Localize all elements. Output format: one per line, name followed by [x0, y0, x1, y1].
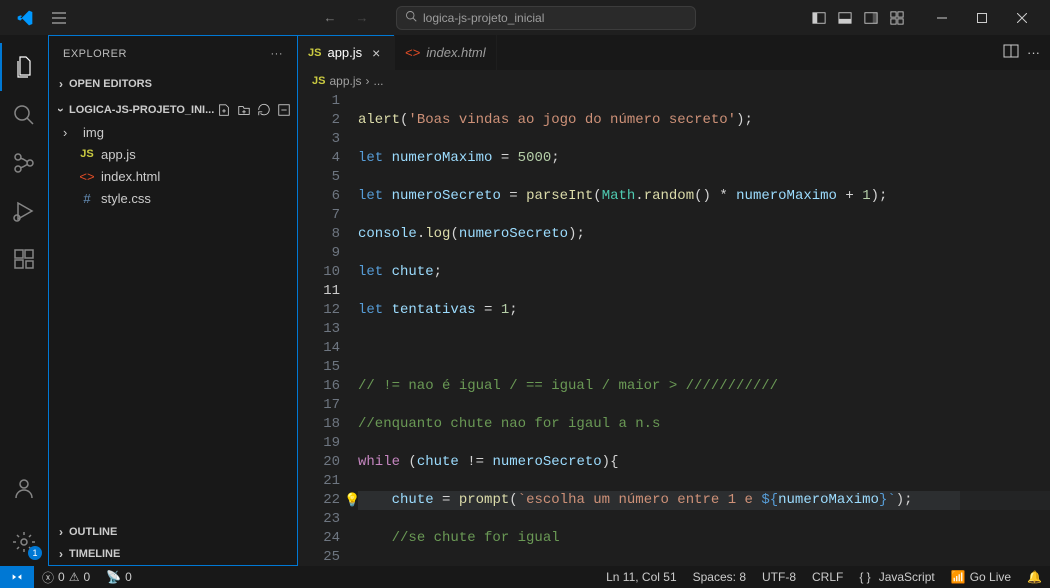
search-icon — [405, 10, 417, 25]
vscode-logo-icon — [8, 1, 42, 35]
cursor-position[interactable]: Ln 11, Col 51 — [598, 570, 685, 584]
activitybar: 1 — [0, 35, 48, 566]
collapse-icon[interactable] — [275, 101, 293, 119]
breadcrumb-separator: › — [366, 74, 370, 88]
folder-label: img — [83, 125, 104, 140]
command-center[interactable]: logica-js-projeto_inicial — [396, 6, 696, 30]
settings-badge: 1 — [28, 546, 42, 560]
code-editor[interactable]: 1234567891011121314151617181920212223242… — [298, 92, 1050, 566]
sidebar: EXPLORER ··· › OPEN EDITORS › LOGICA-JS-… — [48, 35, 298, 566]
tabs: JS app.js × <> index.html ··· — [298, 35, 1050, 70]
split-editor-icon[interactable] — [1003, 43, 1019, 62]
minimize-icon[interactable] — [922, 0, 962, 35]
tree-folder-img[interactable]: › img — [49, 121, 297, 143]
notifications-icon[interactable]: 🔔 — [1019, 570, 1050, 584]
ports-status[interactable]: 📡0 — [98, 566, 140, 588]
problems-status[interactable]: ⓧ0 ⚠0 — [34, 566, 98, 588]
css-file-icon: # — [79, 191, 95, 206]
close-icon[interactable] — [1002, 0, 1042, 35]
open-editors-label: OPEN EDITORS — [69, 78, 152, 90]
file-label: index.html — [101, 169, 160, 184]
titlebar: ← → logica-js-projeto_inicial — [0, 0, 1050, 35]
nav-forward-icon[interactable]: → — [348, 4, 376, 32]
open-editors-header[interactable]: › OPEN EDITORS — [49, 73, 297, 95]
outline-label: OUTLINE — [69, 526, 117, 538]
new-folder-icon[interactable] — [235, 101, 253, 119]
explorer-title: EXPLORER — [63, 48, 127, 60]
file-label: app.js — [101, 147, 136, 162]
refresh-icon[interactable] — [255, 101, 273, 119]
language-status[interactable]: { }JavaScript — [851, 570, 942, 584]
toggle-panel-icon[interactable] — [834, 7, 856, 29]
tab-close-icon[interactable]: × — [368, 45, 384, 61]
html-file-icon: <> — [405, 45, 420, 60]
tree-file-appjs[interactable]: JS app.js — [49, 143, 297, 165]
indentation-status[interactable]: Spaces: 8 — [685, 570, 754, 584]
statusbar: ⓧ0 ⚠0 📡0 Ln 11, Col 51 Spaces: 8 UTF-8 C… — [0, 566, 1050, 588]
eol-status[interactable]: CRLF — [804, 570, 851, 584]
js-file-icon: JS — [312, 75, 325, 87]
timeline-label: TIMELINE — [69, 548, 120, 560]
tab-appjs[interactable]: JS app.js × — [298, 35, 395, 70]
chevron-down-icon: › — [54, 102, 68, 118]
timeline-header[interactable]: › TIMELINE — [49, 543, 297, 565]
tab-label: index.html — [426, 45, 485, 60]
error-icon: ⓧ — [42, 569, 54, 586]
toggle-secondary-icon[interactable] — [860, 7, 882, 29]
menu-icon[interactable] — [42, 1, 76, 35]
toggle-sidebar-icon[interactable] — [808, 7, 830, 29]
command-center-text: logica-js-projeto_inicial — [423, 11, 544, 25]
html-file-icon: <> — [79, 169, 95, 184]
scm-icon[interactable] — [0, 139, 48, 187]
lightbulb-icon[interactable]: 💡 — [344, 491, 360, 510]
chevron-right-icon: › — [63, 125, 77, 140]
radio-icon: 📡 — [106, 570, 121, 584]
outline-header[interactable]: › OUTLINE — [49, 521, 297, 543]
account-icon[interactable] — [0, 464, 48, 512]
file-label: style.css — [101, 191, 151, 206]
more-icon[interactable]: ··· — [271, 48, 284, 60]
broadcast-icon: 📶 — [951, 570, 966, 584]
chevron-right-icon: › — [53, 77, 69, 91]
minimap[interactable] — [960, 92, 1050, 566]
breadcrumb[interactable]: JS app.js › ... — [298, 70, 1050, 92]
layout-customize-icon[interactable] — [886, 7, 908, 29]
more-actions-icon[interactable]: ··· — [1027, 45, 1040, 60]
breadcrumb-ellipsis: ... — [374, 74, 384, 88]
new-file-icon[interactable] — [215, 101, 233, 119]
settings-gear-icon[interactable]: 1 — [0, 518, 48, 566]
tree-file-stylecss[interactable]: # style.css — [49, 187, 297, 209]
encoding-status[interactable]: UTF-8 — [754, 570, 804, 584]
editor: JS app.js × <> index.html ··· JS app.js … — [298, 35, 1050, 566]
breadcrumb-file: app.js — [329, 74, 361, 88]
maximize-icon[interactable] — [962, 0, 1002, 35]
search-activity-icon[interactable] — [0, 91, 48, 139]
project-header[interactable]: › LOGICA-JS-PROJETO_INI... — [49, 99, 297, 121]
tab-indexhtml[interactable]: <> index.html — [395, 35, 496, 70]
js-file-icon: JS — [79, 148, 95, 160]
remote-icon[interactable] — [0, 566, 34, 588]
chevron-right-icon: › — [53, 547, 69, 561]
js-file-icon: JS — [308, 47, 321, 59]
warning-icon: ⚠ — [69, 570, 80, 584]
golive-status[interactable]: 📶Go Live — [943, 570, 1019, 584]
tab-label: app.js — [327, 45, 362, 60]
sidebar-title: EXPLORER ··· — [49, 36, 297, 71]
main-area: 1 EXPLORER ··· › OPEN EDITORS › LOGICA-J… — [0, 35, 1050, 566]
nav-back-icon[interactable]: ← — [316, 4, 344, 32]
explorer-icon[interactable] — [0, 43, 48, 91]
extensions-icon[interactable] — [0, 235, 48, 283]
tree-file-indexhtml[interactable]: <> index.html — [49, 165, 297, 187]
run-debug-icon[interactable] — [0, 187, 48, 235]
project-name: LOGICA-JS-PROJETO_INI... — [69, 104, 214, 116]
code-content[interactable]: alert('Boas vindas ao jogo do número sec… — [358, 92, 1050, 566]
chevron-right-icon: › — [53, 525, 69, 539]
